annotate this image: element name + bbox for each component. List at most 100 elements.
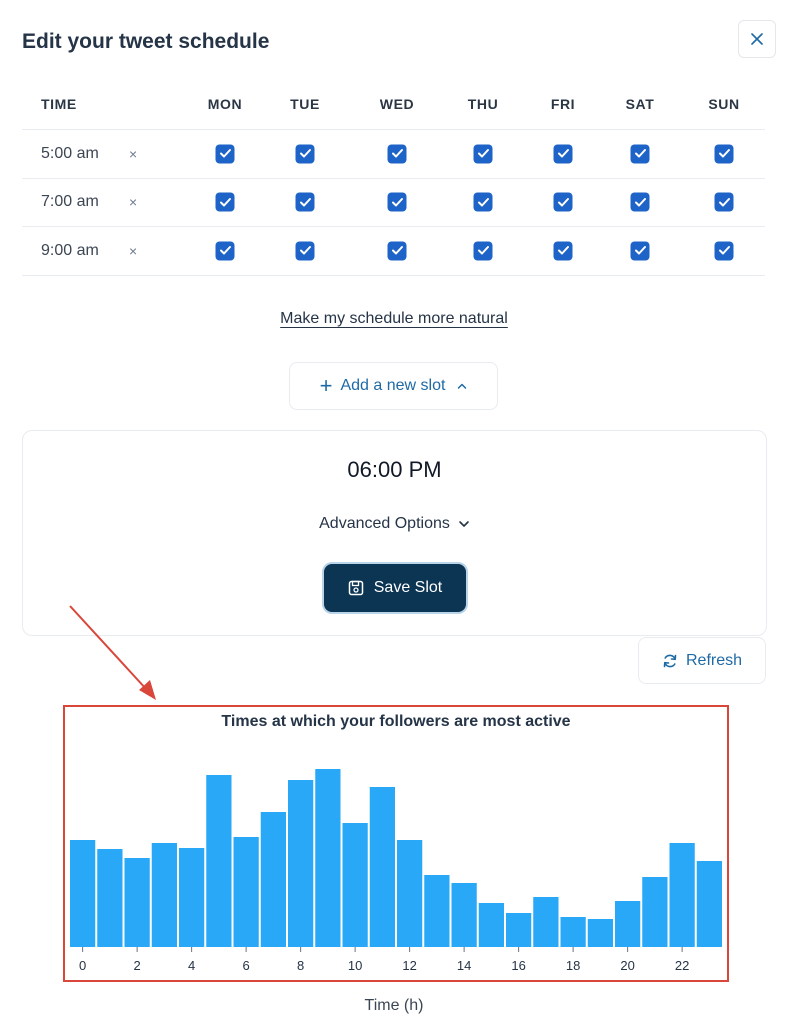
x-tick-label: 8	[297, 958, 304, 973]
bar-hour-14	[451, 883, 477, 947]
bar-hour-19	[587, 919, 613, 947]
checkbox-tue[interactable]	[295, 241, 315, 261]
make-schedule-natural-link-text[interactable]: Make my schedule more natural	[280, 310, 508, 327]
check-icon	[391, 246, 403, 255]
day-header-mon: MON	[207, 95, 243, 112]
close-icon	[751, 33, 763, 45]
bar-hour-6	[233, 837, 259, 947]
day-header-sat: SAT	[625, 95, 655, 112]
bar-hour-0	[70, 840, 96, 947]
refresh-icon	[663, 654, 677, 667]
check-icon	[477, 149, 489, 158]
checkbox-mon[interactable]	[215, 144, 235, 164]
check-icon	[477, 197, 489, 207]
bar-hour-4	[179, 848, 205, 947]
bar-hour-10	[342, 823, 368, 947]
checkbox-mon[interactable]	[215, 192, 235, 212]
schedule-table: TIME MON TUE WED THU FRI SAT SUN 5:00 am × 7:00 …	[22, 78, 765, 276]
checkbox-sun[interactable]	[714, 192, 734, 212]
advanced-options-label: Advanced Options	[319, 515, 450, 532]
x-tick-label: 10	[348, 958, 362, 973]
check-icon	[634, 197, 646, 207]
bar-hour-5	[206, 775, 232, 947]
checkbox-wed[interactable]	[387, 192, 407, 212]
x-tick-label: 22	[675, 958, 689, 973]
bar-hour-17	[533, 897, 559, 947]
add-slot-button[interactable]: + Add a new slot	[289, 362, 498, 410]
checkbox-sun[interactable]	[714, 241, 734, 261]
checkbox-fri[interactable]	[553, 192, 573, 212]
x-tick-label: 4	[188, 958, 195, 973]
check-icon	[634, 149, 646, 158]
chevron-up-icon	[458, 383, 467, 389]
checkbox-thu[interactable]	[473, 144, 493, 164]
checkbox-wed[interactable]	[387, 144, 407, 164]
check-icon	[557, 149, 569, 158]
x-tick-label: 6	[243, 958, 250, 973]
bar-hour-11	[369, 787, 395, 947]
check-icon	[299, 197, 311, 207]
schedule-row: 5:00 am ×	[22, 130, 765, 179]
checkbox-sat[interactable]	[630, 144, 650, 164]
check-icon	[219, 246, 231, 255]
x-tick-label: 14	[457, 958, 471, 973]
x-tick-label: 0	[79, 958, 86, 973]
checkbox-wed[interactable]	[387, 241, 407, 261]
bar-hour-3	[151, 843, 177, 947]
checkbox-tue[interactable]	[295, 192, 315, 212]
checkbox-sun[interactable]	[714, 144, 734, 164]
check-icon	[299, 246, 311, 255]
check-icon	[477, 246, 489, 255]
save-slot-button[interactable]: Save Slot	[324, 564, 466, 612]
chevron-down-icon	[459, 521, 469, 527]
bar-hour-2	[124, 858, 150, 947]
bar-hour-23	[696, 861, 722, 947]
checkbox-sat[interactable]	[630, 192, 650, 212]
bar-hour-9	[315, 769, 341, 947]
checkbox-tue[interactable]	[295, 144, 315, 164]
checkbox-sat[interactable]	[630, 241, 650, 261]
refresh-button[interactable]: Refresh	[638, 637, 766, 684]
refresh-label: Refresh	[685, 651, 743, 669]
make-schedule-natural-link[interactable]: Make my schedule more natural	[0, 310, 788, 328]
slot-editor-card: 06:00 PM Advanced Options Save Slot	[22, 430, 767, 636]
check-icon	[718, 197, 730, 207]
bar-hour-20	[615, 901, 641, 947]
bar-hour-18	[560, 917, 586, 947]
check-icon	[718, 149, 730, 158]
day-header-tue: TUE	[290, 95, 320, 112]
bar-hour-1	[97, 849, 123, 947]
day-header-sun: SUN	[708, 95, 740, 112]
check-icon	[391, 149, 403, 158]
remove-slot-icon[interactable]: ×	[129, 146, 137, 162]
bar-hour-22	[669, 843, 695, 947]
remove-slot-icon[interactable]: ×	[129, 194, 137, 210]
slot-time: 7:00 am	[41, 193, 99, 211]
checkbox-fri[interactable]	[553, 241, 573, 261]
save-icon	[348, 580, 363, 596]
activity-chart: 0 2 4 6 8 10 12 14 16 18 20 22	[70, 769, 722, 973]
slot-time: 9:00 am	[41, 241, 99, 259]
checkbox-thu[interactable]	[473, 192, 493, 212]
schedule-row: 9:00 am ×	[22, 227, 765, 276]
close-button[interactable]	[738, 20, 776, 58]
check-icon	[391, 197, 403, 207]
checkbox-fri[interactable]	[553, 144, 573, 164]
remove-slot-icon[interactable]: ×	[129, 243, 137, 259]
bar-hour-8	[288, 780, 314, 947]
x-tick-label: 18	[566, 958, 580, 973]
schedule-header-row: TIME MON TUE WED THU FRI SAT SUN	[22, 78, 765, 130]
x-tick-label: 2	[134, 958, 141, 973]
day-header-fri: FRI	[550, 95, 576, 112]
bar-hour-13	[424, 875, 450, 947]
checkbox-thu[interactable]	[473, 241, 493, 261]
check-icon	[219, 149, 231, 158]
advanced-options-toggle[interactable]: Advanced Options	[23, 515, 766, 533]
check-icon	[718, 246, 730, 255]
bar-hour-12	[397, 840, 423, 947]
checkbox-mon[interactable]	[215, 241, 235, 261]
bar-hour-7	[260, 812, 286, 947]
plus-icon: +	[319, 373, 333, 398]
check-icon	[557, 246, 569, 255]
slot-time-picker[interactable]: 06:00 PM	[23, 457, 766, 483]
